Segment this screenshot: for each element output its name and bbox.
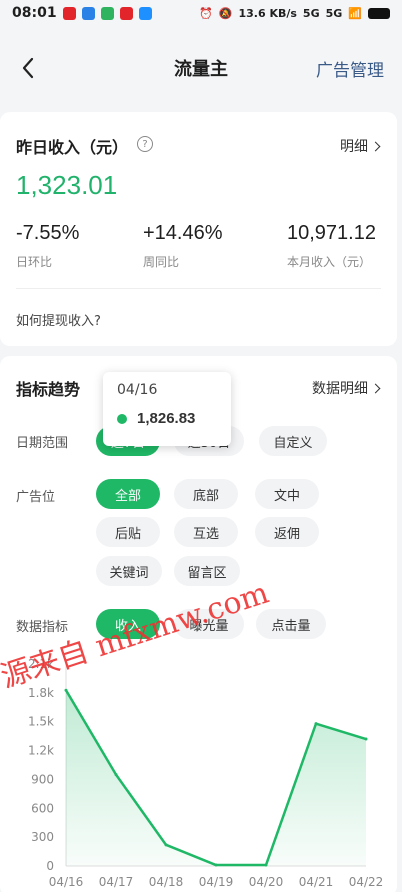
data-point — [314, 722, 318, 726]
y-tick-label: 300 — [31, 830, 54, 844]
data-point — [64, 688, 68, 692]
x-tick-label: 04/17 — [99, 875, 134, 889]
x-tick-label: 04/19 — [199, 875, 234, 889]
signal-5g: 5G — [302, 6, 320, 20]
chip-in-article[interactable]: 文中 — [255, 479, 319, 509]
chip-clicks[interactable]: 点击量 — [256, 609, 326, 639]
wifi-icon: 📶 — [348, 6, 362, 20]
chip-all[interactable]: 全部 — [96, 479, 160, 509]
income-detail-link[interactable]: 明细 — [340, 136, 381, 156]
chip-comment-area[interactable]: 留言区 — [174, 556, 240, 586]
data-point — [214, 863, 218, 867]
chip-mutual-select[interactable]: 互选 — [174, 517, 238, 547]
income-card-title: 昨日收入（元） — [16, 138, 129, 157]
help-icon[interactable]: ? — [137, 136, 153, 152]
y-tick-label: 1.8k — [28, 686, 54, 700]
series-area — [66, 690, 366, 866]
app-notification-icon — [62, 6, 76, 20]
ad-management-link[interactable]: 广告管理 — [316, 56, 384, 81]
mute-icon: 🔕 — [218, 6, 233, 20]
y-tick-label: 1.2k — [28, 744, 54, 758]
chip-impressions[interactable]: 曝光量 — [174, 609, 244, 639]
chip-bottom[interactable]: 底部 — [174, 479, 238, 509]
stat-month-income: 10,971.12 本月收入（元） — [287, 222, 376, 270]
income-card: 昨日收入（元） ? 明细 1,323.01 -7.55% 日环比 +14.46%… — [0, 112, 397, 346]
date-range-label: 日期范围 — [16, 436, 69, 451]
x-tick-label: 04/22 — [349, 875, 384, 889]
data-detail-label: 数据明细 — [312, 381, 368, 397]
app-notification-icon — [119, 6, 133, 20]
chip-custom[interactable]: 自定义 — [259, 426, 327, 456]
app-notification-icon — [138, 6, 152, 20]
data-point — [164, 843, 168, 847]
chevron-right-icon — [370, 141, 381, 151]
x-tick-label: 04/21 — [299, 875, 334, 889]
data-point — [114, 773, 118, 777]
status-bar: 08:01 ⏰ 🔕 13.6 KB/s 5G 5G 📶 — [0, 0, 402, 26]
stat-day-over-day: -7.55% 日环比 — [16, 222, 79, 270]
income-trend-chart: 0 300 600 900 1.2k 1.5k 1.8k 2.1k 04/16 04/17 04/1… — [28, 657, 384, 889]
stat-label: 本月收入（元） — [287, 255, 372, 269]
chip-income[interactable]: 收入 — [96, 609, 160, 639]
metric-label: 数据指标 — [16, 620, 69, 635]
nav-bar: 流量主 广告管理 — [0, 40, 402, 96]
how-to-withdraw-link[interactable]: 如何提现收入? — [16, 310, 101, 329]
status-time: 08:01 — [12, 5, 57, 21]
alarm-icon: ⏰ — [199, 6, 213, 20]
back-button[interactable] — [12, 52, 44, 84]
stat-value: 10,971.12 — [287, 222, 376, 244]
x-tick-label: 04/18 — [149, 875, 184, 889]
stat-label: 周同比 — [143, 255, 180, 269]
tooltip-value: 1,826.83 — [137, 410, 196, 427]
series-dot — [117, 413, 127, 424]
divider — [16, 288, 381, 289]
chip-commission[interactable]: 返佣 — [255, 517, 319, 547]
stat-value: +14.46% — [143, 222, 223, 244]
ad-slot-label: 广告位 — [16, 490, 56, 505]
income-detail-label: 明细 — [340, 139, 368, 155]
data-point — [364, 737, 368, 741]
app-notification-icon — [100, 6, 114, 20]
stat-value: -7.55% — [16, 222, 80, 244]
stat-week-over-week: +14.46% 周同比 — [143, 222, 223, 270]
data-point — [264, 863, 268, 867]
battery-icon — [368, 7, 390, 19]
chevron-right-icon — [370, 383, 381, 393]
x-tick-label: 04/16 — [49, 875, 84, 889]
y-tick-label: 2.1k — [28, 657, 54, 671]
x-tick-label: 04/20 — [249, 875, 284, 889]
tooltip-date: 04/16 — [117, 382, 158, 398]
network-speed: 13.6 KB/s — [238, 6, 297, 20]
chip-post-roll[interactable]: 后贴 — [96, 517, 160, 547]
data-detail-link[interactable]: 数据明细 — [312, 378, 381, 398]
chart-tooltip: 04/16 1,826.83 — [103, 372, 231, 446]
stat-label: 日环比 — [16, 255, 53, 269]
y-tick-label: 0 — [46, 859, 54, 873]
y-tick-label: 1.5k — [28, 715, 54, 729]
y-tick-label: 900 — [31, 772, 54, 786]
app-notification-icon — [81, 6, 95, 20]
yesterday-income-value: 1,323.01 — [16, 170, 118, 200]
back-arrow-icon — [22, 57, 34, 79]
signal-5g: 5G — [325, 6, 343, 20]
page-title: 流量主 — [174, 59, 228, 80]
chip-keyword[interactable]: 关键词 — [96, 556, 162, 586]
y-tick-label: 600 — [31, 801, 54, 815]
trend-card-title: 指标趋势 — [16, 380, 81, 399]
